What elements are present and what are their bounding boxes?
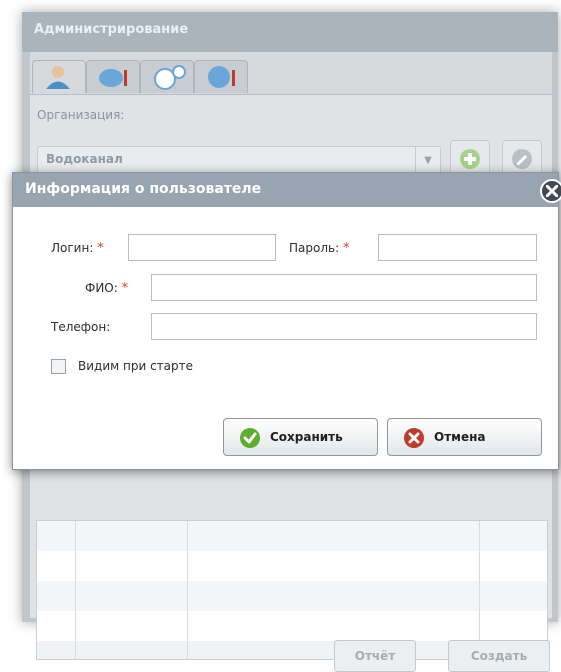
- cancel-icon: [404, 428, 424, 448]
- login-label: Логин: *: [51, 241, 104, 256]
- pipes-icon: [99, 69, 127, 87]
- login-label-text: Логин:: [51, 241, 94, 255]
- cancel-button[interactable]: Отмена: [387, 418, 542, 456]
- checkmark-icon: [240, 428, 260, 448]
- table-row[interactable]: [37, 581, 547, 611]
- visible-on-start-label[interactable]: Видим при старте: [78, 359, 193, 373]
- users-grid: [36, 520, 548, 660]
- dialog-header: Информация о пользователе: [13, 173, 558, 207]
- password-label-text: Пароль:: [289, 241, 340, 255]
- report-button[interactable]: Отчёт: [334, 640, 416, 672]
- tab-pipes[interactable]: [86, 60, 140, 93]
- table-row[interactable]: [37, 551, 547, 581]
- table-row[interactable]: [37, 521, 547, 551]
- admin-tabstrip: [30, 60, 270, 94]
- user-icon: [46, 66, 70, 89]
- tab-map[interactable]: [194, 60, 248, 93]
- chevron-down-icon[interactable]: ▼: [415, 147, 440, 173]
- org-select[interactable]: Водоканал ▼: [37, 146, 441, 174]
- phone-label: Телефон:: [51, 320, 111, 334]
- grid-column-divider: [479, 521, 480, 659]
- tab-users[interactable]: [32, 60, 86, 93]
- fio-label-text: ФИО:: [85, 281, 118, 295]
- map-icon: [208, 66, 235, 88]
- table-row[interactable]: [37, 611, 547, 641]
- org-select-value: Водоканал: [46, 152, 123, 166]
- grid-column-divider: [75, 521, 76, 659]
- required-mark: *: [121, 281, 129, 296]
- save-button[interactable]: Сохранить: [223, 418, 378, 456]
- grid-column-divider: [187, 521, 188, 659]
- admin-titlebar: Администрирование: [22, 12, 558, 52]
- tab-gauges[interactable]: [140, 60, 194, 93]
- visible-on-start-checkbox[interactable]: [51, 359, 66, 374]
- pencil-icon: [512, 149, 532, 169]
- gauges-icon: [154, 65, 186, 90]
- org-label: Организация:: [37, 108, 125, 122]
- close-button[interactable]: [540, 179, 561, 203]
- fio-label: ФИО: *: [85, 281, 128, 296]
- phone-input[interactable]: [151, 313, 537, 340]
- admin-window-title: Администрирование: [34, 22, 189, 37]
- login-input[interactable]: [128, 234, 276, 261]
- close-icon: [546, 185, 558, 197]
- user-info-dialog: Информация о пользователе Логин: * Парол…: [12, 172, 561, 470]
- password-input[interactable]: [378, 234, 537, 261]
- fio-input[interactable]: [151, 274, 537, 301]
- plus-icon: [460, 149, 480, 169]
- required-mark: *: [342, 241, 350, 256]
- save-button-label: Сохранить: [270, 430, 343, 444]
- required-mark: *: [97, 241, 104, 256]
- cancel-button-label: Отмена: [434, 430, 486, 444]
- admin-bottom-bar: Отчёт Создать: [30, 640, 552, 672]
- password-label: Пароль: *: [289, 241, 349, 256]
- create-button[interactable]: Создать: [448, 640, 550, 672]
- dialog-title: Информация о пользователе: [25, 181, 262, 197]
